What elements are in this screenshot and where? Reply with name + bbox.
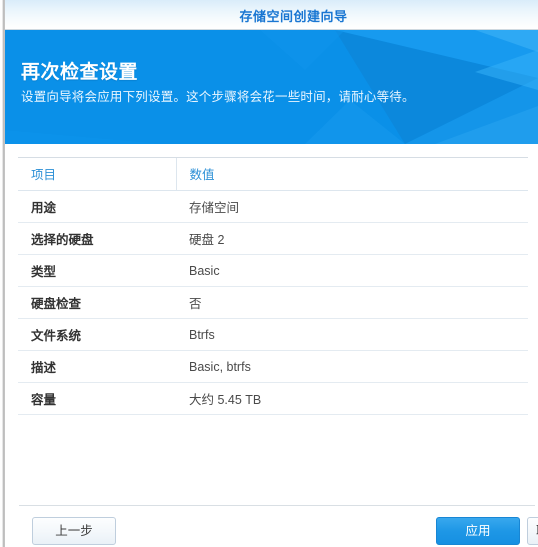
window-title: 存储空间创建向导	[239, 9, 348, 24]
table-row: 容量 大约 5.45 TB	[18, 382, 528, 415]
cancel-button[interactable]: 取消	[527, 517, 538, 545]
wizard-footer: 上一步 应用 取消	[5, 505, 538, 547]
table-row: 硬盘检查 否	[18, 286, 528, 319]
table-header-value: 数值	[175, 157, 528, 191]
row-label: 硬盘检查	[18, 286, 176, 319]
apply-button[interactable]: 应用	[436, 517, 520, 545]
banner-text-block: 再次检查设置 设置向导将会应用下列设置。这个步骤将会花一些时间，请耐心等待。	[21, 61, 415, 106]
row-value: Basic	[176, 254, 528, 287]
table-row: 类型 Basic	[18, 254, 528, 287]
row-value: Basic, btrfs	[176, 350, 528, 383]
banner-subheading: 设置向导将会应用下列设置。这个步骤将会花一些时间，请耐心等待。	[21, 90, 415, 104]
table-row: 选择的硬盘 硬盘 2	[18, 222, 528, 255]
table-row: 文件系统 Btrfs	[18, 318, 528, 351]
row-label: 用途	[18, 190, 176, 223]
settings-summary-table: 项目 数值 用途 存储空间 选择的硬盘 硬盘 2 类型 Basic 硬盘检查 否…	[18, 157, 528, 415]
row-value: 存储空间	[176, 190, 528, 223]
row-value: 硬盘 2	[176, 222, 528, 255]
table-row: 描述 Basic, btrfs	[18, 350, 528, 383]
table-header-item: 项目	[18, 157, 176, 191]
footer-divider	[19, 505, 535, 506]
window-titlebar: 存储空间创建向导	[5, 0, 538, 30]
row-value: 否	[176, 286, 528, 319]
table-body: 用途 存储空间 选择的硬盘 硬盘 2 类型 Basic 硬盘检查 否 文件系统	[18, 190, 528, 415]
row-label: 文件系统	[18, 318, 176, 351]
wizard-hero-banner: 再次检查设置 设置向导将会应用下列设置。这个步骤将会花一些时间，请耐心等待。	[5, 30, 538, 144]
table-header-row: 项目 数值	[18, 157, 528, 191]
row-value: Btrfs	[176, 318, 528, 351]
banner-heading: 再次检查设置	[21, 62, 139, 83]
row-label: 选择的硬盘	[18, 222, 176, 255]
row-label: 描述	[18, 350, 176, 383]
row-value: 大约 5.45 TB	[176, 382, 528, 415]
row-label: 类型	[18, 254, 176, 287]
back-button[interactable]: 上一步	[32, 517, 116, 545]
row-label: 容量	[18, 382, 176, 415]
wizard-window: 存储空间创建向导 再次检查设置 设置向导将会应用下列设置。这个步骤将会花一些时间…	[0, 0, 538, 547]
table-row: 用途 存储空间	[18, 190, 528, 223]
